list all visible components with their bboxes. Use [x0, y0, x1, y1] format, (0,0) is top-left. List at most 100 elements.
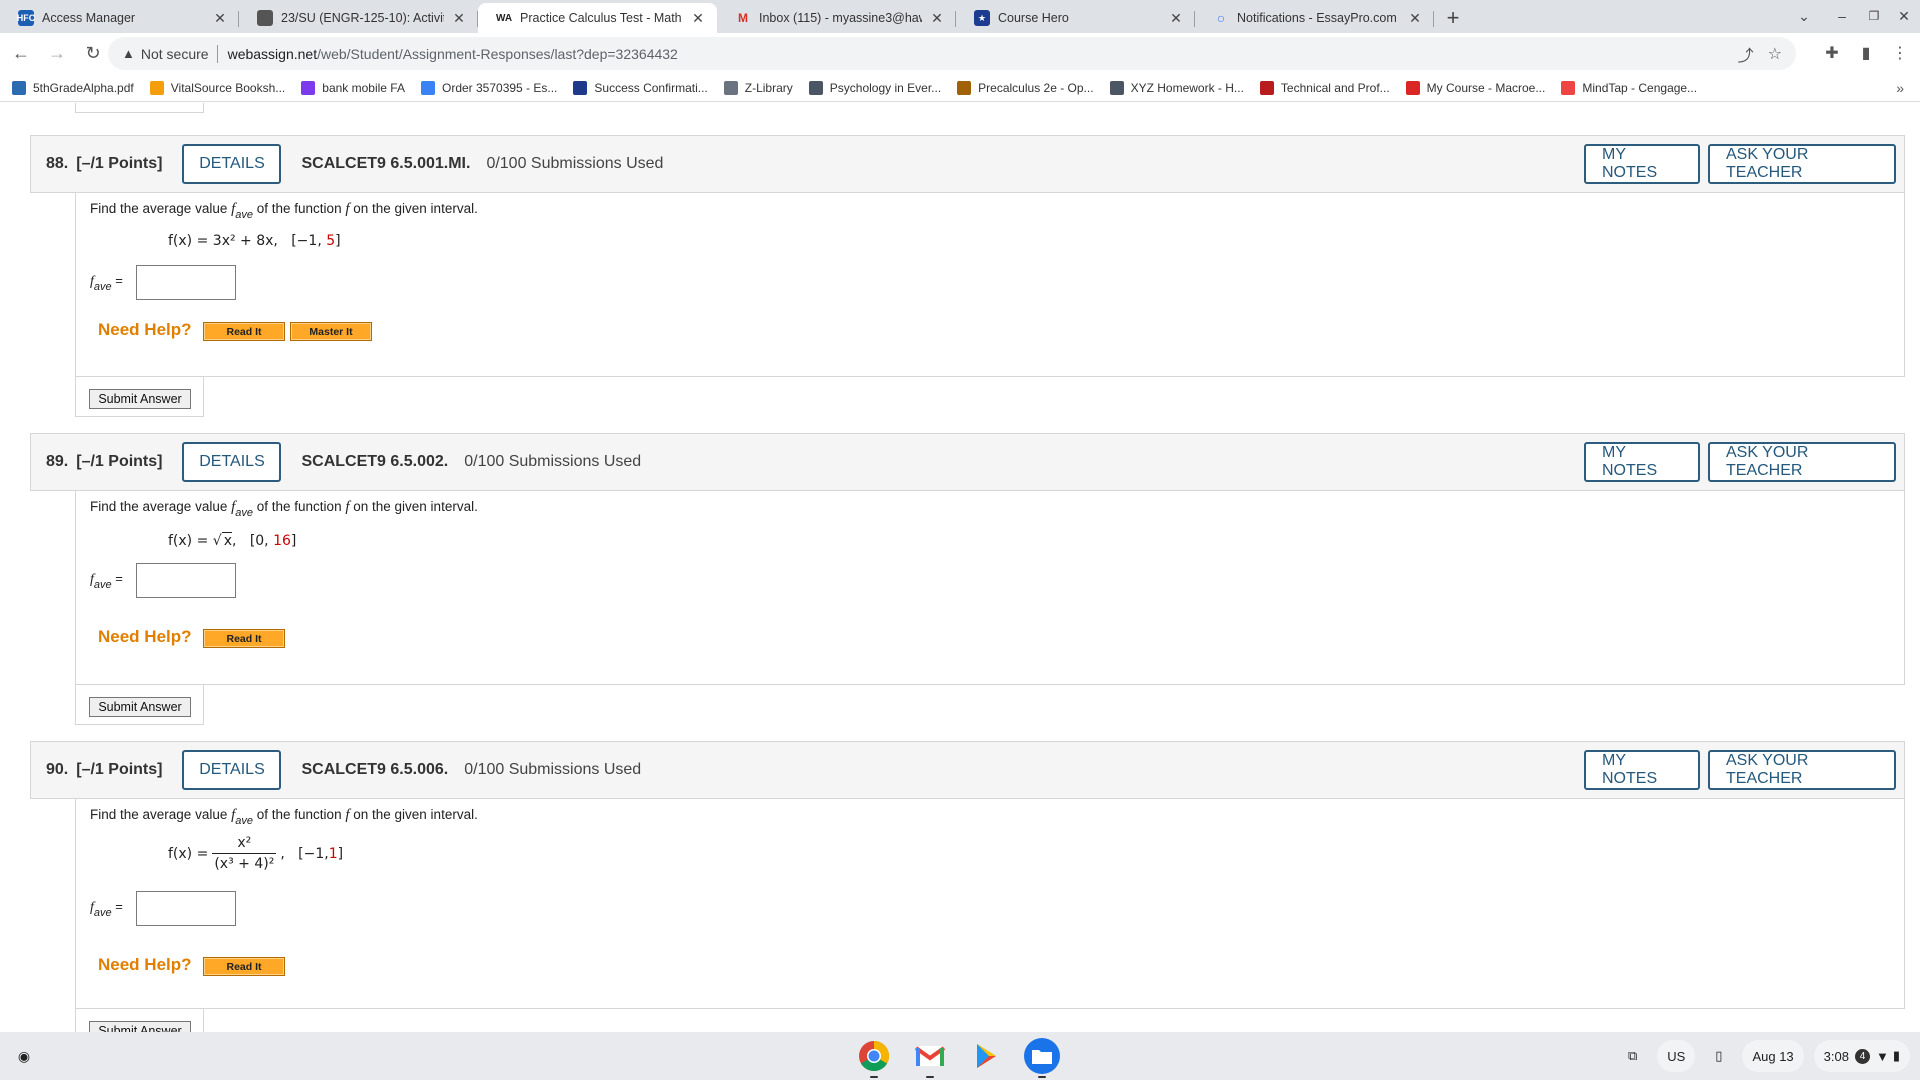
url-host: webassign.net [227, 45, 318, 62]
bookmark-item[interactable]: Technical and Prof... [1259, 80, 1390, 95]
details-button[interactable]: DETAILS [182, 144, 282, 184]
question-number: 90. [46, 761, 69, 778]
phone-hub-icon[interactable]: ▯ [1705, 1040, 1732, 1072]
bookmark-item[interactable]: 5thGradeAlpha.pdf [12, 80, 134, 95]
bookmark-favicon-icon [1109, 80, 1124, 95]
answer-input[interactable] [136, 891, 236, 926]
question-actions: MY NOTES ASK YOUR TEACHER [1584, 144, 1896, 184]
bookmark-item[interactable]: Success Confirmati... [573, 80, 708, 95]
my-notes-button[interactable]: MY NOTES [1584, 144, 1700, 184]
question-code: SCALCET9 6.5.001.MI. [301, 155, 471, 172]
bookmark-label: 5thGradeAlpha.pdf [33, 80, 134, 95]
restore-icon[interactable]: ❐ [1858, 4, 1890, 28]
read-it-button[interactable]: Read It [203, 957, 285, 976]
bookmark-item[interactable]: XYZ Homework - H... [1109, 80, 1244, 95]
tab-title: 23/SU (ENGR-125-10): Activity re [281, 11, 444, 25]
close-icon[interactable]: ✕ [211, 9, 229, 27]
files-icon[interactable] [1024, 1038, 1060, 1078]
back-arrow-icon[interactable]: ← [6, 39, 36, 69]
minimize-icon[interactable]: – [1826, 4, 1858, 28]
close-icon[interactable]: ✕ [450, 9, 468, 27]
question-body-90: Find the average value fave of the funct… [75, 799, 1905, 1009]
ime-indicator[interactable]: US [1657, 1040, 1696, 1072]
answer-input[interactable] [136, 563, 236, 598]
share-icon[interactable]: ⤴ [1738, 42, 1754, 66]
wifi-icon: ▼ [1875, 1048, 1889, 1064]
side-panel-icon[interactable]: ▮ [1854, 43, 1878, 63]
bookmark-item[interactable]: Order 3570395 - Es... [420, 80, 557, 95]
tab-practice-calculus[interactable]: WA Practice Calculus Test - Math 18 ✕ [478, 3, 717, 33]
toolbar-actions: ✚ ▮ ⋮ [1820, 38, 1912, 68]
bookmark-favicon-icon [723, 80, 738, 95]
submit-answer-button[interactable]: Submit Answer [89, 697, 191, 717]
gmail-icon[interactable] [912, 1038, 948, 1078]
close-window-icon[interactable]: ✕ [1888, 4, 1920, 28]
prompt-text: Find the average value [90, 499, 232, 514]
function-expression: f(x) = 3x² + 8x, [−1, 5] [168, 233, 341, 249]
chrome-icon[interactable] [856, 1038, 892, 1078]
tab-course-hero[interactable]: ★ Course Hero ✕ [956, 3, 1195, 33]
bookmark-item[interactable]: My Course - Macroe... [1405, 80, 1545, 95]
bookmarks-overflow-icon[interactable]: » [1896, 80, 1904, 96]
forward-arrow-icon[interactable]: → [42, 39, 72, 69]
tab-engr-activity[interactable]: 23/SU (ENGR-125-10): Activity re ✕ [239, 3, 478, 33]
submit-answer-button[interactable]: Submit Answer [89, 1021, 191, 1032]
submit-answer-button[interactable]: Submit Answer [89, 389, 191, 409]
new-tab-button[interactable]: + [1438, 3, 1468, 33]
ask-teacher-button[interactable]: ASK YOUR TEACHER [1708, 144, 1896, 184]
bookmark-label: bank mobile FA [322, 80, 405, 95]
submit-tab-88: Submit Answer [75, 377, 204, 417]
read-it-button[interactable]: Read It [203, 629, 285, 648]
course-hero-favicon-icon: ★ [974, 10, 990, 26]
close-icon[interactable]: ✕ [1167, 9, 1185, 27]
launcher-icon[interactable]: ◉ [12, 1044, 36, 1068]
bookmark-favicon-icon [301, 80, 316, 95]
bookmark-item[interactable]: bank mobile FA [301, 80, 405, 95]
screen-capture-icon[interactable]: ⧉ [1618, 1040, 1647, 1072]
date-indicator[interactable]: Aug 13 [1742, 1040, 1804, 1072]
close-icon[interactable]: ✕ [928, 9, 946, 27]
extensions-icon[interactable]: ✚ [1820, 43, 1844, 63]
tab-title: Access Manager [42, 11, 136, 25]
system-status[interactable]: 3:08 4 ▼ ▮ [1813, 1040, 1910, 1072]
tab-access-manager[interactable]: HFC Access Manager ✕ [0, 3, 239, 33]
close-icon[interactable]: ✕ [689, 9, 707, 27]
play-store-icon[interactable] [968, 1038, 1004, 1074]
tab-gmail-inbox[interactable]: M Inbox (115) - myassine3@hawkm ✕ [717, 3, 956, 33]
tab-title: Practice Calculus Test - Math 18 [520, 11, 683, 25]
ask-teacher-button[interactable]: ASK YOUR TEACHER [1708, 750, 1896, 790]
details-button[interactable]: DETAILS [182, 442, 282, 482]
star-icon[interactable]: ☆ [1768, 44, 1782, 64]
ask-teacher-button[interactable]: ASK YOUR TEACHER [1708, 442, 1896, 482]
bookmark-item[interactable]: Z-Library [723, 80, 793, 95]
question-points: [–/1 Points] [76, 453, 163, 470]
need-help-label: Need Help? [98, 627, 192, 646]
prompt-text: on the given interval. [349, 201, 478, 216]
my-notes-button[interactable]: MY NOTES [1584, 750, 1700, 790]
close-icon[interactable]: ✕ [1406, 9, 1424, 27]
bookmark-favicon-icon [573, 80, 588, 95]
prompt-text: on the given interval. [349, 499, 478, 514]
menu-icon[interactable]: ⋮ [1888, 43, 1912, 63]
fraction: x² (x³ + 4)² [212, 835, 277, 872]
answer-input[interactable] [136, 265, 236, 300]
question-number: 89. [46, 453, 69, 470]
tab-essaypro[interactable]: ○ Notifications - EssayPro.com ✕ [1195, 3, 1434, 33]
read-it-button[interactable]: Read It [203, 322, 285, 341]
bookmark-item[interactable]: VitalSource Booksh... [149, 80, 285, 95]
prompt-text: on the given interval. [349, 807, 478, 822]
my-notes-button[interactable]: MY NOTES [1584, 442, 1700, 482]
webassign-favicon-icon: WA [495, 12, 513, 24]
master-it-button[interactable]: Master It [290, 322, 372, 341]
tab-search-icon[interactable]: ⌄ [1788, 4, 1820, 28]
reload-icon[interactable]: ↻ [78, 39, 108, 69]
bookmark-favicon-icon [1259, 80, 1274, 95]
ave-subscript: ave [93, 281, 112, 293]
submissions-used: 0/100 Submissions Used [486, 155, 664, 172]
bookmark-item[interactable]: Precalculus 2e - Op... [957, 80, 1094, 95]
bookmark-item[interactable]: Psychology in Ever... [808, 80, 941, 95]
browser-toolbar: ← → ↻ ▲ Not secure webassign.net /web/St… [0, 33, 1920, 74]
details-button[interactable]: DETAILS [182, 750, 282, 790]
address-bar[interactable]: ▲ Not secure webassign.net /web/Student/… [108, 37, 1796, 70]
bookmark-item[interactable]: MindTap - Cengage... [1561, 80, 1697, 95]
